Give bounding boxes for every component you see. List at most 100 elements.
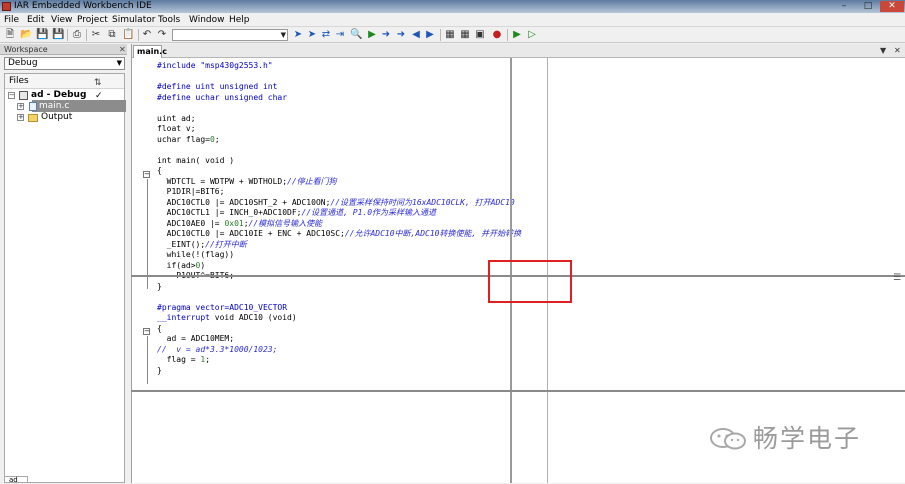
menu-edit[interactable]: Edit — [27, 13, 44, 27]
undo-icon[interactable]: ↶ — [141, 29, 153, 41]
code-line: ADC10CTL1 |= INCH_0+ADC10DF;//设置通道, P1.0… — [157, 208, 521, 219]
code-token: ADC10AE0 |= — [157, 218, 225, 228]
code-token: uchar flag= — [157, 134, 210, 144]
splitter-icon[interactable]: ☰ — [893, 273, 901, 283]
code-token: { — [157, 323, 162, 333]
code-token: //打开中断 — [205, 239, 247, 249]
search-combo[interactable]: ▼ — [172, 29, 288, 41]
make-icon[interactable]: ▦ — [459, 29, 471, 41]
close-icon[interactable]: ✕ — [894, 45, 901, 57]
print-icon[interactable]: ⎙ — [71, 29, 83, 41]
code-token: ; — [205, 355, 211, 364]
code-editor[interactable]: #include "msp430g2553.h" #define uint uns… — [157, 61, 521, 376]
menu-simulator[interactable]: Simulator — [112, 13, 155, 27]
new-file-icon[interactable]: 🗎 — [4, 29, 16, 41]
code-line: { — [157, 324, 521, 335]
menu-file[interactable]: File — [4, 13, 19, 27]
navigate-back-icon[interactable]: ◀ — [410, 29, 422, 41]
code-token: int main( void ) — [157, 155, 235, 165]
code-token: flag = — [157, 355, 201, 364]
close-icon[interactable]: ✕ — [119, 44, 126, 55]
workspace-caption: Workspace — [0, 44, 127, 55]
tab-main-c[interactable]: main.c — [133, 45, 167, 58]
collapse-icon[interactable]: − — [8, 92, 15, 99]
tab-list-icon[interactable]: ▼ — [880, 45, 886, 57]
minimize-button[interactable]: – — [832, 1, 856, 12]
toolbar-separator — [507, 29, 508, 41]
goto-icon[interactable]: ⇥ — [334, 29, 346, 41]
debug-icon[interactable]: ▶ — [511, 29, 523, 41]
find-next-icon[interactable]: ➤ — [292, 29, 304, 41]
close-window-button[interactable]: ✕ — [880, 1, 904, 12]
code-token: 0x01 — [224, 218, 244, 228]
code-token: __interrupt — [157, 313, 210, 322]
code-line: ADC10AE0 |= 0x01;//模拟信号输入使能 — [157, 219, 521, 230]
breakpoint-icon[interactable]: ● — [491, 29, 503, 41]
sort-icon[interactable]: ⇅ — [94, 76, 102, 91]
c-file-icon — [29, 102, 37, 111]
code-token: P1DIR|=BIT6; — [157, 187, 225, 196]
code-token: //允许ADC10中断,ADC10转换使能, 并开始转换 — [344, 229, 522, 238]
code-token: float v; — [157, 124, 196, 133]
code-line: uint ad; — [157, 114, 521, 125]
code-line: int main( void ) — [157, 156, 521, 167]
code-token: ADC10CTL0 |= ADC10IE + ENC + ADC10SC; — [157, 229, 345, 238]
files-header: Files ⇅ — [5, 74, 124, 89]
stop-build-icon[interactable]: ▣ — [474, 29, 486, 41]
chevron-down-icon[interactable]: ▼ — [117, 58, 122, 69]
code-token: if(ad> — [157, 260, 196, 270]
code-token: #define uint unsigned int — [157, 82, 278, 91]
workspace-panel: Files ⇅ ✓ − ad - Debug + main.c + Output — [4, 73, 126, 483]
debug-without-download-icon[interactable]: ▷ — [526, 29, 538, 41]
copy-icon[interactable]: ⧉ — [106, 29, 118, 41]
replace-icon[interactable]: ⇄ — [320, 29, 332, 41]
code-token: WDTCTL = WDTPW + WDTHOLD; — [157, 176, 288, 186]
bookmark-prev-icon[interactable]: ➜ — [395, 29, 407, 41]
menu-tools[interactable]: Tools — [158, 13, 180, 27]
paste-icon[interactable]: 📋 — [122, 29, 134, 41]
compile-icon[interactable]: ▦ — [444, 29, 456, 41]
bookmark-toggle-icon[interactable]: ▶ — [366, 29, 378, 41]
chevron-down-icon[interactable]: ▼ — [281, 30, 286, 41]
maximize-button[interactable]: □ — [856, 1, 880, 12]
save-all-icon[interactable]: 💾 — [52, 29, 64, 41]
workspace-bottom-tab[interactable]: ad — [4, 476, 28, 484]
bookmark-next-icon[interactable]: ➜ — [380, 29, 392, 41]
menu-window[interactable]: Window — [189, 13, 225, 27]
toolbar: 🗎 📂 💾 💾 ⎙ ✂ ⧉ 📋 ↶ ↷ ▼ ➤ ➤ ⇄ ⇥ 🔍 ▶ ➜ ➜ ◀ … — [0, 27, 905, 43]
menu-project[interactable]: Project — [77, 13, 108, 27]
expand-icon[interactable]: + — [17, 103, 24, 110]
save-icon[interactable]: 💾 — [36, 29, 48, 41]
menu-help[interactable]: Help — [229, 13, 250, 27]
code-token: //设置采样保持时间为16xADC10CLK, 打开ADC10 — [330, 197, 515, 207]
code-token: #include "msp430g2553.h" — [157, 61, 273, 70]
find-in-files-icon[interactable]: 🔍 — [350, 29, 362, 41]
redo-icon[interactable]: ↷ — [156, 29, 168, 41]
code-token: ADC10CTL1 |= INCH_0+ADC10DF; — [157, 208, 302, 217]
code-line: if(ad>0) — [157, 261, 521, 272]
fold-toggle-icon[interactable]: − — [143, 328, 150, 335]
code-token: ad = ADC10MEM; — [157, 334, 235, 343]
window-title: IAR Embedded Workbench IDE — [14, 1, 152, 11]
navigate-forward-icon[interactable]: ▶ — [424, 29, 436, 41]
code-line: ADC10CTL0 |= ADC10IE + ENC + ADC10SC;//允… — [157, 229, 521, 240]
open-icon[interactable]: 📂 — [20, 29, 32, 41]
code-line: #define uint unsigned int — [157, 82, 521, 93]
code-line: ADC10CTL0 |= ADC10SHT_2 + ADC10ON;//设置采样… — [157, 198, 521, 209]
find-previous-icon[interactable]: ➤ — [306, 29, 318, 41]
menu-bar: File Edit View Project Simulator Tools W… — [0, 13, 905, 27]
cut-icon[interactable]: ✂ — [90, 29, 102, 41]
code-token: #pragma vector=ADC10_VECTOR — [157, 302, 288, 312]
menu-view[interactable]: View — [51, 13, 72, 27]
configuration-value: Debug — [8, 58, 38, 68]
configuration-select[interactable]: Debug ▼ — [4, 57, 125, 70]
wechat-logo-icon — [710, 428, 746, 450]
fold-margin: − − — [143, 66, 153, 419]
code-line: P1DIR|=BIT6; — [157, 187, 521, 198]
expand-icon[interactable]: + — [17, 114, 24, 121]
code-line: } — [157, 366, 521, 377]
tree-item-label: Output — [41, 112, 73, 122]
fold-toggle-icon[interactable]: − — [143, 171, 150, 178]
code-token: uint ad; — [157, 113, 196, 123]
